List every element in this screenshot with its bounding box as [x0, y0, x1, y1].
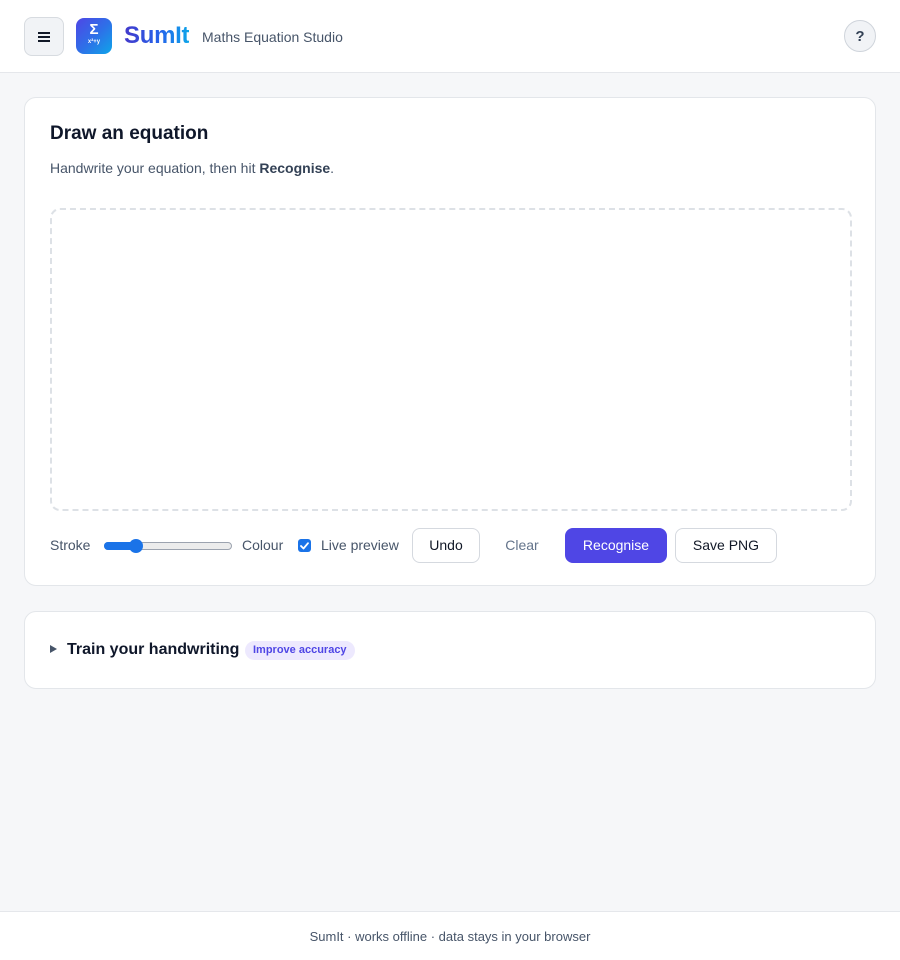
- undo-button[interactable]: Undo: [412, 528, 480, 563]
- top-bar: Σ x²+y SumIt Maths Equation Studio ?: [0, 0, 900, 73]
- footer-text: SumIt · works offline · data stays in yo…: [309, 929, 591, 944]
- stroke-label: Stroke: [50, 537, 91, 553]
- drawing-toolbar: Stroke Colour Live preview Undo Clear Re…: [50, 528, 852, 563]
- drawing-canvas[interactable]: [50, 208, 852, 511]
- menu-button[interactable]: [24, 17, 64, 56]
- logo-sub: x²+y: [87, 39, 101, 45]
- hamburger-menu-icon: [38, 31, 50, 42]
- subtitle-emphasis: Recognise: [259, 160, 331, 176]
- draw-equation-card: Draw an equation Handwrite your equation…: [24, 97, 876, 586]
- subtitle-suffix: .: [330, 160, 335, 176]
- stroke-slider[interactable]: [104, 539, 232, 553]
- card-subtitle: Handwrite your equation, then hit Recogn…: [50, 159, 334, 177]
- help-icon: ?: [855, 27, 865, 45]
- disclosure-arrow-icon[interactable]: [50, 645, 57, 653]
- sigma-logo-icon: Σ x²+y: [76, 18, 112, 54]
- colour-label[interactable]: Colour: [242, 528, 283, 563]
- footer: SumIt · works offline · data stays in yo…: [0, 911, 900, 960]
- brand-name: SumIt: [124, 22, 190, 49]
- help-button[interactable]: ?: [844, 20, 876, 52]
- logo-symbol: Σ: [89, 21, 99, 38]
- train-title[interactable]: Train your handwriting: [67, 640, 239, 660]
- live-preview-label[interactable]: Live preview: [321, 528, 399, 563]
- slider-thumb[interactable]: [129, 539, 143, 553]
- app-tagline: Maths Equation Studio: [202, 29, 343, 45]
- live-preview-checkbox[interactable]: [298, 539, 311, 552]
- clear-button[interactable]: Clear: [488, 528, 556, 563]
- card-title: Draw an equation: [50, 123, 209, 144]
- recognise-button[interactable]: Recognise: [565, 528, 667, 563]
- improve-accuracy-badge: Improve accuracy: [245, 641, 355, 660]
- subtitle-prefix: Handwrite your equation, then hit: [50, 160, 260, 176]
- checkmark-icon: [300, 541, 309, 549]
- train-handwriting-card[interactable]: Train your handwriting Improve accuracy: [24, 611, 876, 689]
- save-png-button[interactable]: Save PNG: [675, 528, 777, 563]
